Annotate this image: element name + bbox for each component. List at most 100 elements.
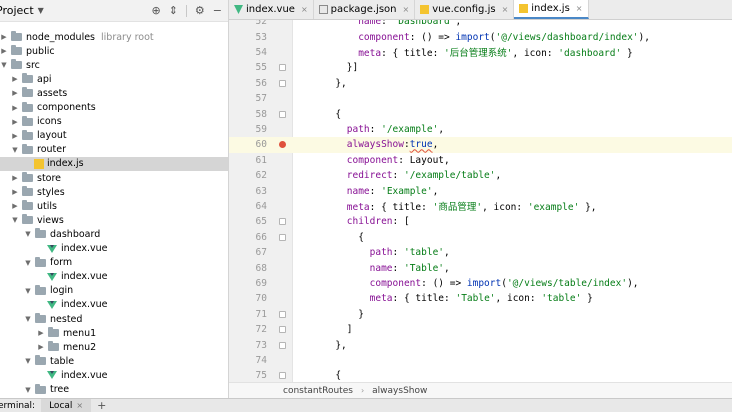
fold-toggle-icon[interactable]	[278, 341, 286, 349]
tree-item[interactable]: ▶ store	[0, 171, 228, 185]
fold-toggle-icon[interactable]	[278, 233, 286, 241]
line-number[interactable]: 70	[229, 293, 271, 304]
code-line[interactable]: 59 path: '/example',	[229, 122, 732, 137]
tree-item[interactable]: ▶ api	[0, 72, 228, 86]
tree-item[interactable]: ▶ menu2	[0, 340, 228, 354]
tree-item[interactable]: ▼ form	[0, 256, 228, 270]
chevron-right-icon[interactable]: ▶	[11, 118, 19, 126]
line-number[interactable]: 60	[229, 139, 271, 150]
chevron-down-icon[interactable]: ▼	[24, 357, 32, 365]
code-line[interactable]: 68 name: 'Table',	[229, 260, 732, 275]
line-number[interactable]: 66	[229, 232, 271, 243]
terminal-tab-local[interactable]: Local ×	[41, 398, 92, 412]
tree-item[interactable]: ▼ router	[0, 143, 228, 157]
new-terminal-plus-icon[interactable]: +	[97, 399, 106, 412]
editor-tab[interactable]: vue.config.js ×	[415, 0, 515, 19]
line-number[interactable]: 61	[229, 155, 271, 166]
chevron-down-icon[interactable]: ▼	[0, 61, 8, 69]
chevron-right-icon[interactable]: ▶	[0, 33, 8, 41]
tree-item[interactable]: ▼ src	[0, 58, 228, 72]
code-line[interactable]: 65 children: [	[229, 214, 732, 229]
line-number[interactable]: 52	[229, 20, 271, 27]
code-line[interactable]: 70 meta: { title: 'Table', icon: 'table'…	[229, 291, 732, 306]
line-number[interactable]: 53	[229, 32, 271, 43]
code-line[interactable]: 64 meta: { title: '商品管理', icon: 'example…	[229, 199, 732, 214]
code-line[interactable]: 71 }	[229, 307, 732, 322]
line-number[interactable]: 55	[229, 62, 271, 73]
editor-tab[interactable]: package.json ×	[314, 0, 416, 19]
fold-toggle-icon[interactable]	[278, 218, 286, 226]
line-number[interactable]: 75	[229, 370, 271, 381]
chevron-right-icon[interactable]: ▶	[11, 89, 19, 97]
code-line[interactable]: 62 redirect: '/example/table',	[229, 168, 732, 183]
chevron-down-icon[interactable]: ▼	[11, 216, 19, 224]
breadcrumb-item[interactable]: constantRoutes	[283, 386, 353, 396]
line-number[interactable]: 74	[229, 355, 271, 366]
code-line[interactable]: 72 ]	[229, 322, 732, 337]
fold-toggle-icon[interactable]	[278, 64, 286, 72]
locate-icon[interactable]: ⊕	[151, 4, 160, 17]
code-line[interactable]: 69 component: () => import('@/views/tabl…	[229, 276, 732, 291]
code-line[interactable]: 73 },	[229, 337, 732, 352]
tree-item[interactable]: ▶ assets	[0, 86, 228, 100]
code-line[interactable]: 75 {	[229, 368, 732, 382]
tree-item[interactable]: ▶ menu1	[0, 326, 228, 340]
tree-item[interactable]: index.vue	[0, 298, 228, 312]
code-line[interactable]: 56 },	[229, 76, 732, 91]
line-number[interactable]: 54	[229, 47, 271, 58]
line-number[interactable]: 71	[229, 309, 271, 320]
code-line[interactable]: 74	[229, 353, 732, 368]
code-line[interactable]: 54 meta: { title: '后台管理系统', icon: 'dashb…	[229, 45, 732, 60]
chevron-down-icon[interactable]: ▼	[24, 287, 32, 295]
fold-toggle-icon[interactable]	[278, 310, 286, 318]
line-number[interactable]: 73	[229, 340, 271, 351]
tree-item[interactable]: ▼ tree	[0, 383, 228, 397]
close-icon[interactable]: ×	[502, 5, 509, 14]
line-number[interactable]: 63	[229, 186, 271, 197]
chevron-down-icon[interactable]: ▼	[24, 386, 32, 394]
tree-item[interactable]: ▼ table	[0, 354, 228, 368]
editor-tab[interactable]: index.vue ×	[229, 0, 314, 19]
line-number[interactable]: 67	[229, 247, 271, 258]
line-number[interactable]: 69	[229, 278, 271, 289]
line-number[interactable]: 57	[229, 93, 271, 104]
line-number[interactable]: 58	[229, 109, 271, 120]
tree-item[interactable]: ▼ login	[0, 284, 228, 298]
hide-panel-icon[interactable]: −	[213, 4, 222, 17]
chevron-down-icon[interactable]: ▼	[24, 230, 32, 238]
tree-item[interactable]: ▶ utils	[0, 199, 228, 213]
tree-item[interactable]: ▶ public	[0, 44, 228, 58]
chevron-right-icon[interactable]: ▶	[37, 329, 45, 337]
close-icon[interactable]: ×	[76, 401, 83, 410]
code-line[interactable]: 58 {	[229, 106, 732, 121]
close-icon[interactable]: ×	[576, 4, 583, 13]
line-number[interactable]: 64	[229, 201, 271, 212]
fold-toggle-icon[interactable]	[278, 110, 286, 118]
collapse-all-icon[interactable]: ⇕	[169, 4, 178, 17]
chevron-right-icon[interactable]: ▶	[11, 75, 19, 83]
chevron-right-icon[interactable]: ▶	[0, 47, 8, 55]
tree-item[interactable]: index.vue	[0, 242, 228, 256]
editor-tab[interactable]: index.js ×	[514, 0, 589, 19]
chevron-right-icon[interactable]: ▶	[11, 132, 19, 140]
chevron-right-icon[interactable]: ▶	[11, 174, 19, 182]
error-bulb-icon[interactable]	[279, 141, 286, 149]
project-title[interactable]: Project	[0, 4, 34, 17]
chevron-down-icon[interactable]: ▼	[11, 146, 19, 154]
tree-item[interactable]: ▼ dashboard	[0, 227, 228, 241]
line-number[interactable]: 68	[229, 263, 271, 274]
code-area[interactable]: 52 name: 'Dashboard', 53 component: () =>…	[229, 20, 732, 382]
code-line[interactable]: 55 }]	[229, 60, 732, 75]
chevron-down-icon[interactable]: ▼	[24, 259, 32, 267]
tree-item[interactable]: ▶ icons	[0, 115, 228, 129]
tree-item[interactable]: index.vue	[0, 368, 228, 382]
tree-item[interactable]: index.js	[0, 156, 228, 171]
close-icon[interactable]: ×	[301, 5, 308, 14]
line-number[interactable]: 62	[229, 170, 271, 181]
breadcrumb-item[interactable]: alwaysShow	[372, 386, 427, 396]
settings-gear-icon[interactable]: ⚙	[195, 4, 205, 17]
tree-item[interactable]: ▼ nested	[0, 312, 228, 326]
line-number[interactable]: 72	[229, 324, 271, 335]
tree-item[interactable]: ▼ views	[0, 213, 228, 227]
chevron-right-icon[interactable]: ▶	[37, 343, 45, 351]
